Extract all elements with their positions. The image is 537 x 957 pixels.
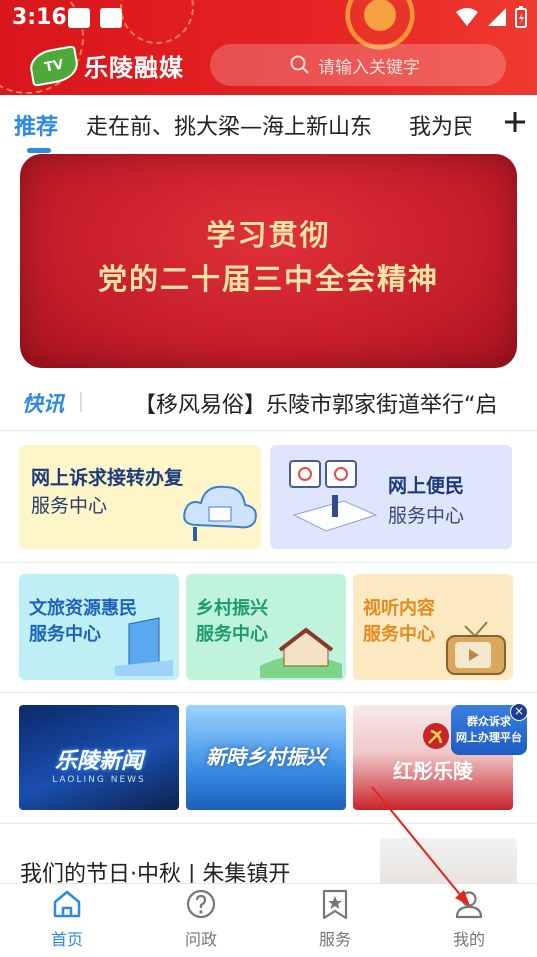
card-title: 网上诉求接转办复 [31, 467, 184, 489]
card-title: 视听内容 [363, 598, 435, 619]
status-time: 3:16 [12, 5, 67, 30]
divider [0, 430, 537, 431]
office-illustration-icon [289, 460, 378, 532]
notification-icon [100, 8, 122, 28]
card-subtitle: 服务中心 [388, 505, 465, 527]
tab-recommend[interactable]: 推荐 [14, 109, 58, 141]
divider [0, 692, 537, 693]
badge-line2: 网上办理平台 [456, 731, 522, 744]
nav-home[interactable]: 首页 [22, 888, 112, 950]
search-icon [290, 55, 309, 74]
card-title: 乡村振兴 [196, 598, 268, 619]
banner-line1: 学习贯彻 [206, 218, 331, 252]
app-name: 乐陵融媒 [84, 54, 184, 82]
farmhouse-icon [260, 627, 342, 678]
hero-banner[interactable]: 学习贯彻 党的二十届三中全会精神 [20, 154, 517, 368]
media-subtitle: LAOLING NEWS [52, 775, 146, 785]
nav-services[interactable]: 服务 [290, 888, 380, 950]
notification-icon [68, 8, 90, 28]
status-bar: 3:16 [0, 0, 537, 36]
card-subtitle: 服务中心 [31, 495, 108, 517]
party-emblem-icon [423, 723, 449, 749]
card-title: 网上便民 [388, 475, 465, 497]
divider [0, 562, 537, 563]
wifi-icon [456, 8, 478, 26]
active-tab-indicator [27, 148, 51, 153]
media-title: 新時乡村振兴 [206, 745, 326, 769]
divider [0, 823, 537, 824]
user-icon [455, 891, 483, 919]
tab-fade [466, 95, 496, 150]
service-card-rural-revitalization[interactable]: 乡村振兴 服务中心 [186, 574, 346, 680]
question-icon [186, 889, 216, 919]
service-card-audiovisual[interactable]: 视听内容 服务中心 [353, 574, 513, 680]
service-card-convenience[interactable]: 网上便民 服务中心 [270, 445, 512, 549]
nav-mine[interactable]: 我的 [424, 888, 514, 950]
app-logo: TV 乐陵融媒 [27, 44, 184, 87]
home-icon [53, 890, 81, 918]
banner-line2: 党的二十届三中全会精神 [97, 262, 439, 296]
logo-mark: TV [27, 44, 81, 87]
media-laoling-news[interactable]: 乐陵新闻 LAOLING NEWS [19, 705, 179, 810]
media-title: 乐陵新闻 [54, 749, 143, 774]
service-card-culture-tourism[interactable]: 文旅资源惠民 服务中心 [19, 574, 179, 680]
search-placeholder: 请输入关键字 [318, 57, 420, 78]
service-card-appeal[interactable]: 网上诉求接转办复 服务中心 [19, 445, 261, 549]
nav-label: 服务 [318, 930, 351, 949]
media-title: 红彤乐陵 [393, 759, 473, 783]
channel-tabs: 推荐 走在前、挑大梁—海上新山东 我为民企 [0, 95, 537, 153]
tab-shandong[interactable]: 走在前、挑大梁—海上新山东 [86, 109, 372, 141]
media-rural-revitalization[interactable]: 新時乡村振兴 [186, 705, 346, 810]
news-ticker[interactable]: 快讯 【移风易俗】乐陵市郭家街道举行“启 [0, 376, 537, 426]
ticker-divider [80, 392, 82, 412]
ticker-text: 【移风易俗】乐陵市郭家街道举行“启 [134, 393, 498, 418]
card-subtitle: 服务中心 [363, 624, 435, 645]
cloud-icon [183, 485, 257, 541]
nav-label: 问政 [184, 930, 217, 949]
nav-label: 我的 [452, 930, 485, 949]
nav-label: 首页 [50, 930, 83, 949]
bottom-nav: 首页 问政 服务 我的 [0, 883, 537, 957]
signal-icon [488, 8, 506, 26]
tab-private-enterprise[interactable]: 我为民企 [409, 109, 471, 141]
search-bar[interactable]: 请输入关键字 [210, 44, 506, 86]
building-icon [115, 617, 173, 676]
television-icon [446, 621, 506, 675]
battery-icon [515, 6, 527, 28]
article-item[interactable]: 我们的节日·中秋 | 朱集镇开 [0, 825, 537, 898]
nav-inquiry[interactable]: 问政 [156, 888, 246, 950]
close-badge-button[interactable]: × [510, 703, 528, 721]
add-channel-icon[interactable] [502, 109, 528, 135]
ticker-tag: 快讯 [22, 392, 64, 416]
bookmark-star-icon [322, 889, 348, 920]
card-subtitle: 服务中心 [29, 624, 101, 645]
